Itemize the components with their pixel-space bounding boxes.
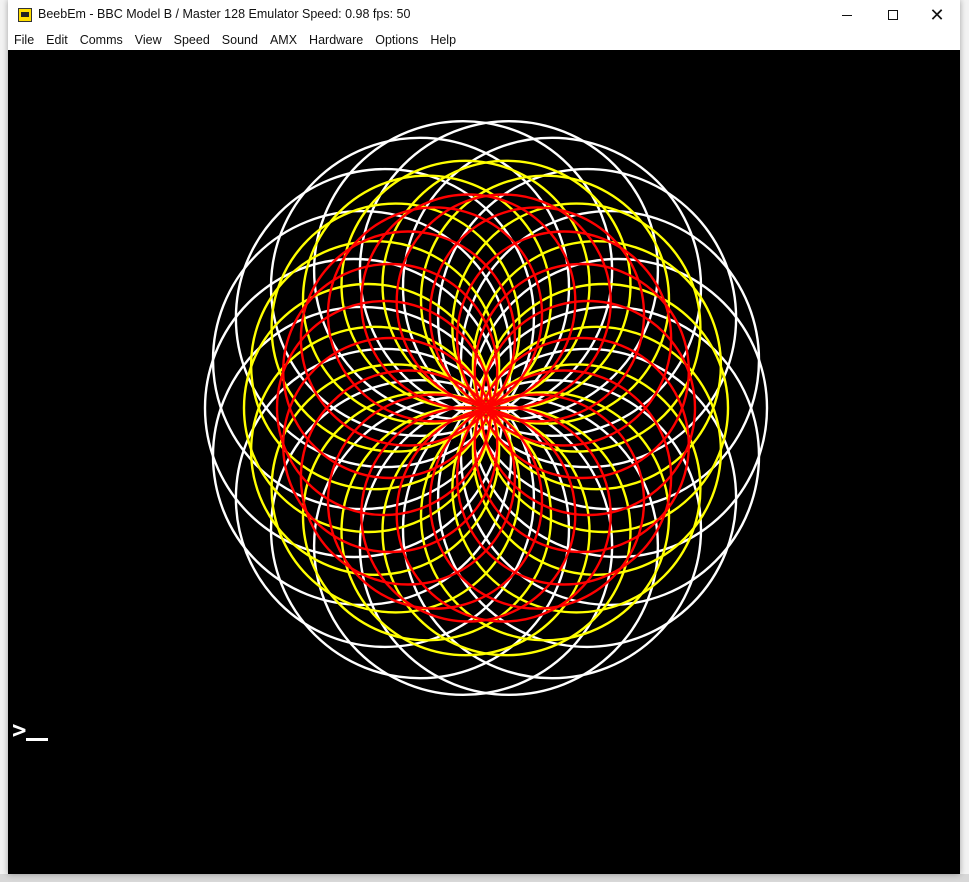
- minimize-button[interactable]: [824, 0, 870, 30]
- desktop-background-left: [0, 0, 8, 882]
- menu-file[interactable]: File: [8, 30, 40, 50]
- menu-amx[interactable]: AMX: [264, 30, 303, 50]
- menu-comms[interactable]: Comms: [74, 30, 129, 50]
- desktop-background-bottom: [0, 874, 969, 882]
- text-cursor: [26, 738, 49, 741]
- beebem-app-icon[interactable]: [18, 8, 32, 22]
- menu-edit[interactable]: Edit: [40, 30, 74, 50]
- menu-help[interactable]: Help: [424, 30, 462, 50]
- basic-prompt: >: [12, 716, 49, 744]
- window-title: BeebEm - BBC Model B / Master 128 Emulat…: [38, 7, 411, 21]
- menu-speed[interactable]: Speed: [168, 30, 216, 50]
- menu-options[interactable]: Options: [369, 30, 424, 50]
- menu-hardware[interactable]: Hardware: [303, 30, 369, 50]
- prompt-symbol: >: [12, 716, 27, 744]
- beebem-window: BeebEm - BBC Model B / Master 128 Emulat…: [8, 0, 960, 874]
- emulator-screen[interactable]: >: [8, 50, 960, 874]
- close-icon: ✕: [929, 5, 945, 25]
- menu-view[interactable]: View: [129, 30, 168, 50]
- spirograph-pattern: [203, 119, 769, 696]
- maximize-button[interactable]: [870, 0, 916, 30]
- title-bar[interactable]: BeebEm - BBC Model B / Master 128 Emulat…: [8, 0, 960, 30]
- maximize-icon: [888, 10, 898, 20]
- desktop-background-right: [960, 0, 969, 882]
- minimize-icon: [842, 14, 852, 16]
- menu-bar: File Edit Comms View Speed Sound AMX Har…: [8, 30, 960, 50]
- close-button[interactable]: ✕: [914, 0, 960, 30]
- menu-sound[interactable]: Sound: [216, 30, 264, 50]
